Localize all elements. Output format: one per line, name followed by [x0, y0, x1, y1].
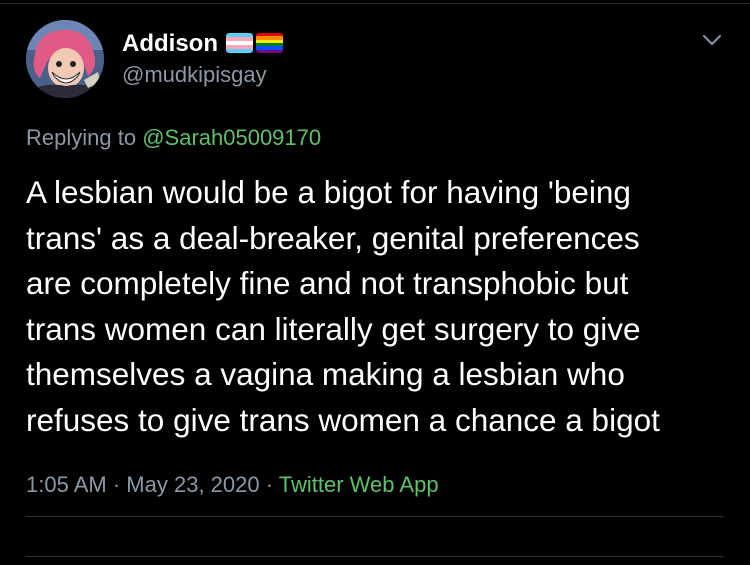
flag-emojis — [226, 33, 283, 53]
tweet-time[interactable]: 1:05 AM — [26, 472, 107, 497]
tweet-date[interactable]: May 23, 2020 — [126, 472, 259, 497]
reply-mention-link[interactable]: @Sarah05009170 — [142, 125, 321, 150]
tweet-text: A lesbian would be a bigot for having 'b… — [26, 174, 660, 438]
chevron-down-icon[interactable] — [700, 30, 724, 50]
reply-prefix: Replying to — [26, 125, 137, 150]
top-divider — [0, 3, 750, 4]
display-name[interactable]: Addison — [122, 30, 218, 58]
avatar[interactable] — [26, 20, 104, 98]
meta-separator: · — [265, 472, 274, 497]
user-handle[interactable]: @mudkipisgay — [122, 62, 267, 88]
meta-separator: · — [112, 472, 121, 497]
divider — [26, 556, 724, 557]
tweet-metadata: 1:05 AM · May 23, 2020 · Twitter Web App — [26, 472, 439, 498]
reply-context: Replying to @Sarah05009170 — [26, 125, 321, 151]
tweet-source-link[interactable]: Twitter Web App — [279, 472, 439, 497]
rainbow-flag-icon — [256, 33, 283, 53]
divider — [26, 516, 724, 517]
avatar-image — [26, 20, 104, 98]
transgender-flag-icon — [226, 33, 253, 53]
